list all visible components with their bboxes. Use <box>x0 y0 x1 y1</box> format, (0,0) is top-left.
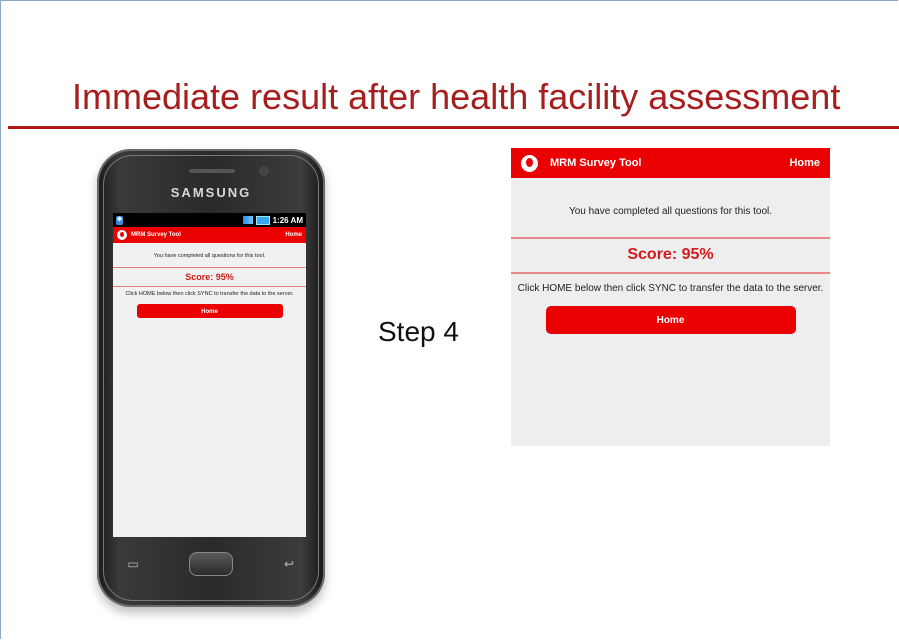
status-time: 1:26 AM <box>272 215 303 225</box>
score-text: Score: 95% <box>185 272 234 282</box>
header-home-link[interactable]: Home <box>285 232 302 238</box>
header-home-link[interactable]: Home <box>789 157 820 169</box>
score-text: Score: 95% <box>627 246 714 263</box>
app-header: MRM Survey Tool Home <box>511 148 830 178</box>
signal-icon <box>242 216 253 224</box>
completion-message: You have completed all questions for thi… <box>568 206 773 217</box>
battery-icon <box>255 215 270 225</box>
phone-screen: ✱ 1:26 AM MRM Survey Tool Home You have … <box>113 213 306 537</box>
back-key-icon[interactable]: ↩ <box>277 557 301 571</box>
phone-brand: SAMSUNG <box>170 185 252 200</box>
vodafone-logo-icon <box>521 154 538 172</box>
phone-speaker <box>189 169 235 173</box>
sync-instruction: Click HOME below then click SYNC to tran… <box>125 291 294 297</box>
phone-mockup: SAMSUNG ✱ 1:26 AM MRM Survey Tool Home Y… <box>97 149 325 607</box>
status-bar: ✱ 1:26 AM <box>113 213 306 227</box>
home-button[interactable]: Home <box>136 304 283 319</box>
home-button[interactable]: Home <box>545 305 796 334</box>
phone-hardware-keys: ▭ ↩ <box>121 549 301 579</box>
enlarged-screen: MRM Survey Tool Home You have completed … <box>511 148 830 446</box>
app-header: MRM Survey Tool Home <box>113 227 306 243</box>
app-title: MRM Survey Tool <box>131 232 181 238</box>
bluetooth-icon: ✱ <box>116 215 123 225</box>
sync-instruction: Click HOME below then click SYNC to tran… <box>517 283 824 294</box>
slide-title: Immediate result after health facility a… <box>72 76 841 117</box>
step-label: Step 4 <box>378 316 459 347</box>
hardware-home-button[interactable] <box>189 552 233 576</box>
app-title: MRM Survey Tool <box>550 157 642 169</box>
title-divider <box>8 126 899 129</box>
completion-message: You have completed all questions for thi… <box>153 253 266 259</box>
menu-key-icon[interactable]: ▭ <box>121 557 145 571</box>
phone-camera <box>259 166 269 176</box>
vodafone-logo-icon <box>117 230 127 240</box>
